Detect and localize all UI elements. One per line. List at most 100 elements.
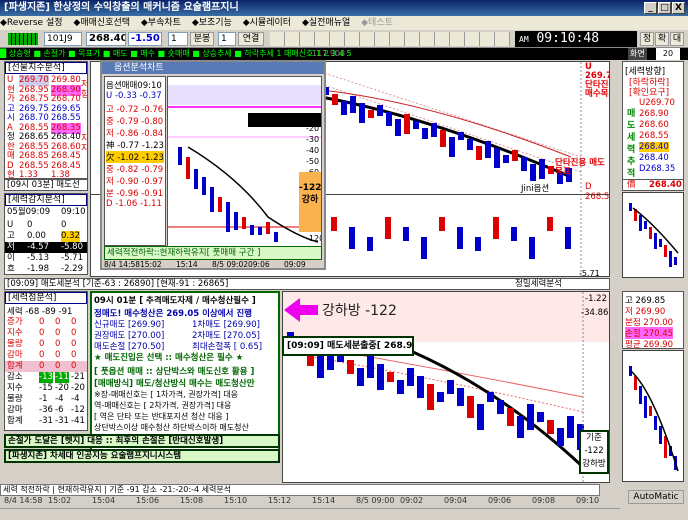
lower-candle (527, 404, 534, 430)
force-val: -1 (39, 394, 48, 404)
lr-candle (639, 386, 642, 404)
lower-candle (427, 384, 434, 410)
price-field: 268.40 (86, 32, 126, 46)
lower-candle (447, 380, 454, 394)
signal-tip-sub: [매매방식] 매도/청산방식 매수는 매도청산만 (94, 379, 255, 389)
popup-title[interactable]: 옵션분석차트 (102, 62, 324, 74)
code-input[interactable]: 101J9 (44, 32, 82, 46)
lower-box-3: 강하방 (582, 459, 606, 469)
lower-candle (487, 392, 494, 402)
title-bar: [파생지존] 한상정의 수익창출의 매커니즘 요술램프지니 _ □ X (0, 0, 688, 16)
menu-aux[interactable]: ◆보조기능 (192, 18, 232, 28)
force-val: -4 (55, 394, 64, 404)
window-title: [파생지존] 한상정의 수익창출의 매커니즘 요술램프지니 (4, 2, 239, 13)
lower-candle (357, 368, 364, 386)
toolbar-icons[interactable] (270, 32, 510, 46)
lower-right-val: 평균 269.90 (625, 340, 674, 349)
change-field: -1.50 (128, 32, 162, 46)
lower-box-2: -122 (584, 446, 604, 456)
popup-xtick: 8/5 09:02 (212, 260, 249, 269)
btn-hwak[interactable]: 확 (655, 32, 669, 46)
automatic-button[interactable]: AutoMatic (628, 490, 684, 504)
force-val: -20 (55, 383, 69, 393)
strength-key: 저 (7, 242, 15, 252)
force-val: 0 (71, 350, 77, 360)
direction-bottom-val: 268.40 (649, 180, 682, 190)
bottom-status-text: 세력 적전하락 | 현재하락유지 | 기준 -91 감소 -21:-20:-4 … (3, 485, 232, 494)
time-tick: 09:10 (576, 496, 600, 505)
popup-list: 옵션매매09:10 U -0.33 -0.37 고 -0.72 -0.76 중 -0.… (104, 76, 166, 246)
force-row: 지수 -15 -20 -20 (5, 383, 87, 394)
time-tick: 15:12 (268, 496, 292, 505)
force-key: 증가 (7, 317, 23, 327)
menu-test[interactable]: ◆테스트 (361, 18, 393, 28)
menu-manual[interactable]: ◆실전매뉴얼 (302, 18, 350, 28)
direction-mini-chart[interactable] (622, 192, 684, 278)
option-popup[interactable]: 옵션분석차트 옵션매매09:10 U -0.33 -0.37 고 -0.72 -0.… (100, 60, 326, 270)
main-u-label: U 269.75 단타진용 매수목표 (585, 62, 609, 99)
force-row: 합계 0 0 0 (5, 361, 87, 372)
support-label: 지지 (81, 134, 87, 154)
main-candle (476, 146, 482, 160)
lower-candle (537, 412, 544, 422)
lower-candle (457, 388, 464, 406)
time-tick: 15:14 (312, 496, 336, 505)
force-val: -15 (39, 383, 53, 393)
force-val: -4 (71, 394, 80, 404)
popup-row: 神 -0.77 -1.23 (106, 141, 164, 151)
mini-candle (639, 215, 642, 231)
popup-candle (186, 157, 190, 179)
lower-box: 기준 -122 강하방 (579, 430, 609, 474)
menu-bar: ◆Reverse 설정 ◆매매신호선택 ◆부속차트 ◆보조기능 ◆시뮬레이터 ◆… (0, 16, 688, 30)
popup-ytick: -120 (306, 234, 321, 243)
period-input[interactable]: 1 (168, 32, 188, 46)
popup-row: 저 -0.86 -0.84 (106, 129, 164, 139)
menu-signal[interactable]: ◆매매신호선택 (73, 18, 130, 28)
main-candle (413, 121, 419, 129)
popup-ytick: -10 (306, 113, 320, 122)
force-row: 감마 0 0 0 (5, 350, 87, 361)
main-candle (440, 130, 446, 147)
mini-candle (644, 221, 647, 229)
center-box: [09:09] 매도세분출중[ 268.90 ] (282, 336, 414, 356)
btn-dae[interactable]: 대 (670, 32, 684, 46)
sub-bar (421, 237, 427, 259)
force-row: 물량 0 0 0 (5, 339, 87, 350)
unit-button[interactable]: 분봉 (190, 32, 214, 46)
main-u-val: U 269.75 (585, 62, 609, 81)
resist-label: 저항 (81, 80, 87, 100)
popup-candle (250, 225, 254, 235)
lower-candle (477, 404, 484, 430)
force-val: -13 (39, 372, 53, 383)
main-candle (530, 164, 536, 181)
maximize-button[interactable]: □ (658, 2, 671, 14)
mid-left: [09:09] 매도세분석 [기준-63 : 26890] [현재-91 : 2… (7, 279, 229, 289)
force-val: -6 (55, 405, 64, 415)
force-key: 물량 (7, 394, 23, 404)
contract-button[interactable]: 연결 (238, 32, 264, 46)
popup-candle (226, 202, 230, 232)
signal-tip: 역-매매신호는 [ 2차가격, 권장가격] 대응 (94, 401, 232, 410)
minimize-button[interactable]: _ (644, 2, 657, 14)
force-sub: 세력 -68 -89 -91 (7, 307, 73, 317)
main-xminus: -5.71 (579, 269, 600, 277)
lower-candle (347, 360, 354, 374)
menu-subchart[interactable]: ◆부속차트 (141, 18, 181, 28)
force-key: 합계 (7, 361, 23, 371)
main-d-label: D 268.50 (585, 182, 610, 202)
menu-reverse[interactable]: ◆Reverse 설정 (0, 18, 63, 28)
menu-simulator[interactable]: ◆시뮬레이터 (243, 18, 291, 28)
jini-label: Jini옵션 (521, 184, 550, 194)
btn-jeong[interactable]: 정 (640, 32, 654, 46)
lower-candle (417, 376, 424, 398)
time-tick: 8/5 09:00 (356, 496, 395, 505)
force-val: 0 (71, 361, 77, 371)
lower-right-chart[interactable] (622, 350, 684, 482)
h-scrollbar[interactable] (0, 508, 620, 518)
force-val: -20 (71, 383, 85, 393)
screen-number[interactable]: 20 (656, 48, 680, 60)
close-button[interactable]: X (672, 2, 685, 14)
popup-candle (178, 147, 182, 165)
count-input[interactable]: 1 (218, 32, 236, 46)
time-tick: 09:02 (400, 496, 424, 505)
